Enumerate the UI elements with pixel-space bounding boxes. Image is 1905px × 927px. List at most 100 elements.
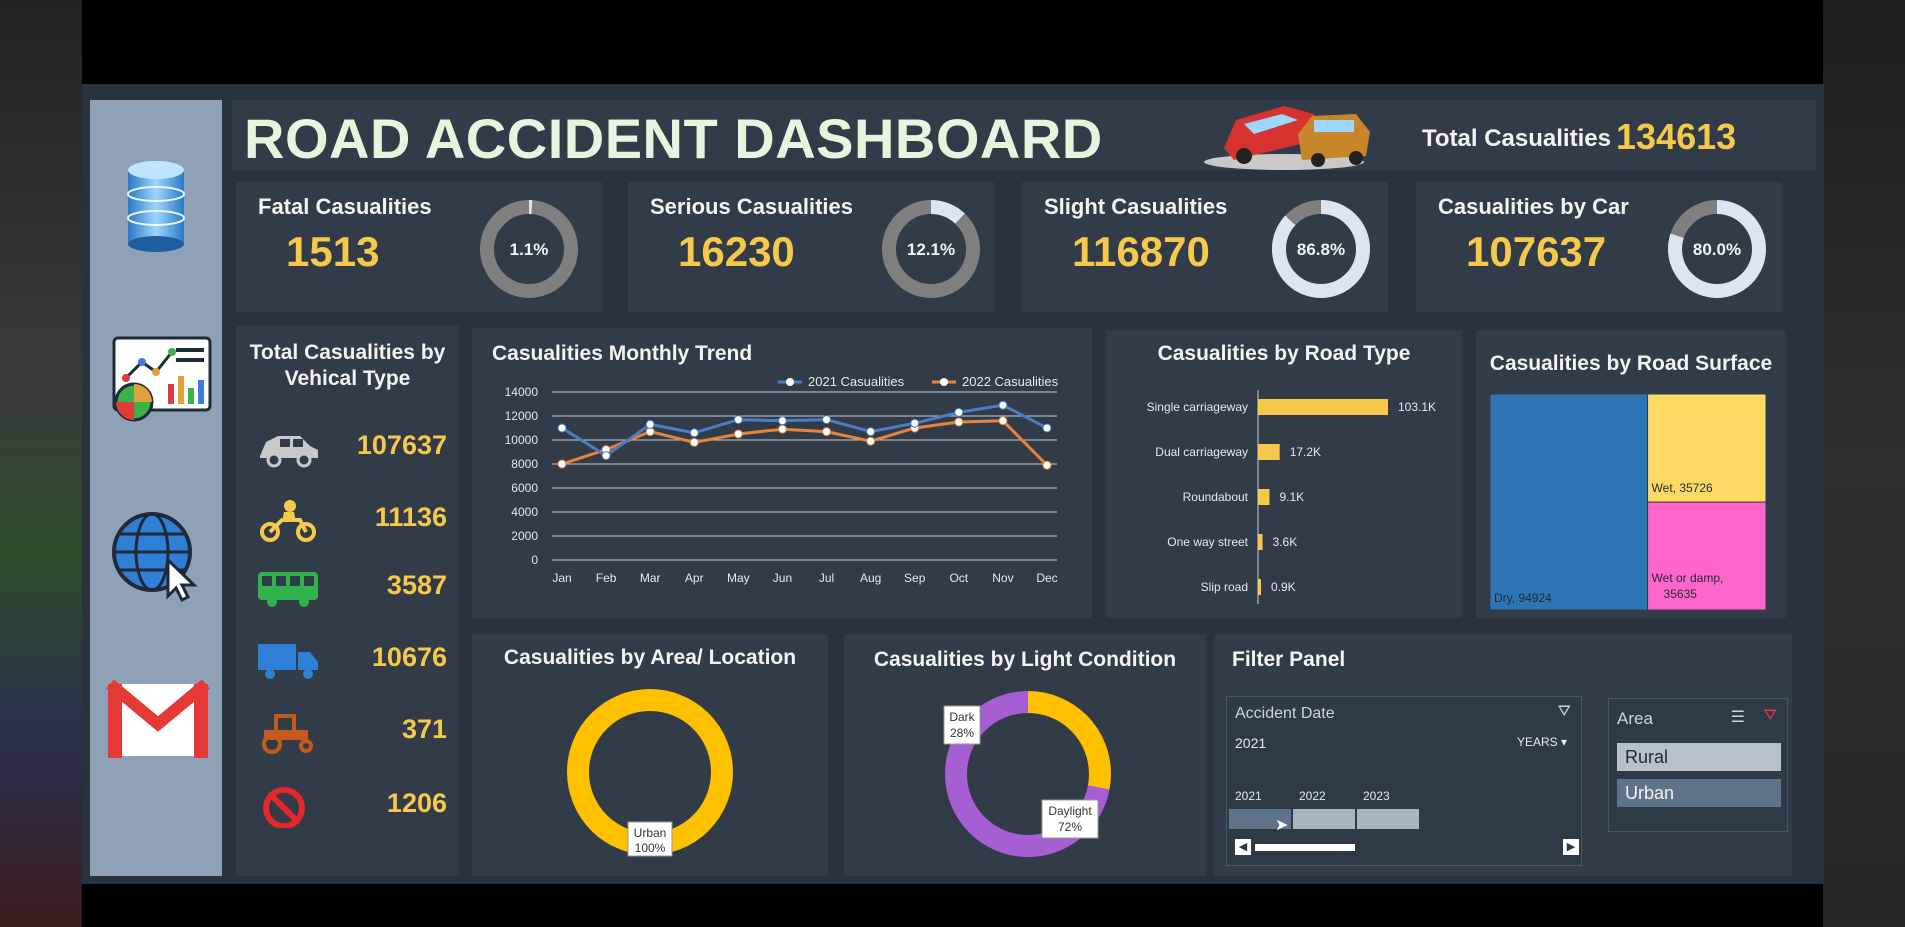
x-tick-label: Jan <box>552 571 571 585</box>
road-type-chart: Single carriageway 103.1K Dual carriageway… <box>1147 390 1436 604</box>
tractor-icon <box>262 714 313 754</box>
category-label: Single carriageway <box>1147 400 1248 414</box>
scroll-right-button[interactable]: ▶ <box>1563 839 1579 855</box>
data-label: Urban <box>634 826 667 840</box>
data-label: Dark <box>949 710 975 724</box>
x-tick-label: Jun <box>773 571 792 585</box>
timeline-scrollbar[interactable] <box>1255 844 1355 851</box>
report-chart-icon[interactable] <box>106 328 212 428</box>
data-point <box>645 419 655 429</box>
car-crash-icon <box>1194 86 1374 174</box>
area-slicer: Area ☰ ⛛ Rural Urban <box>1608 698 1788 832</box>
clear-filter-icon[interactable]: ⛛ <box>1558 703 1571 721</box>
selected-period: 2021 <box>1235 735 1267 751</box>
multi-select-icon[interactable]: ☰ <box>1731 707 1745 727</box>
kpi-label: Slight Casualities <box>1044 194 1228 219</box>
road-surface-chart: Dry, 94924 Wet, 35726 Wet or damp, 35635 <box>1489 393 1767 611</box>
vehicle-row-car: 107637 <box>236 420 459 480</box>
clear-filter-icon[interactable]: ⛛ <box>1764 707 1777 725</box>
data-label: 17.2K <box>1290 445 1321 459</box>
bar <box>1258 489 1270 505</box>
data-label: 100% <box>635 841 666 855</box>
legend-label: 2022 Casualities <box>962 374 1059 389</box>
data-point <box>866 427 876 437</box>
kpi-serious: Serious Casualities 16230 12.1% <box>628 182 994 312</box>
x-tick-label: Sep <box>904 571 926 585</box>
y-tick-label: 6000 <box>511 481 538 495</box>
background-left <box>0 0 82 927</box>
database-icon[interactable] <box>106 156 206 256</box>
chevron-down-icon: ▾ <box>1560 735 1567 749</box>
vehicle-panel-title-line1: Total Casualities by <box>249 341 446 364</box>
vehicle-panel-title: Total Casualities by Vehical Type <box>236 340 459 392</box>
data-point <box>777 416 787 426</box>
globe-cursor-icon[interactable] <box>106 504 206 604</box>
data-label: Daylight <box>1048 804 1092 818</box>
data-point <box>689 437 699 447</box>
kpi-donut: 12.1% <box>882 200 980 298</box>
dashboard: ROAD ACCIDENT DASHBOARD Total Casualitie… <box>82 84 1824 884</box>
legend-marker <box>940 378 948 386</box>
bar <box>1258 579 1261 595</box>
background-right <box>1823 0 1905 927</box>
data-point <box>601 451 611 461</box>
title-bar: ROAD ACCIDENT DASHBOARD Total Casualitie… <box>232 100 1816 170</box>
y-tick-label: 2000 <box>511 529 538 543</box>
treemap-label: Dry, 94924 <box>1494 591 1552 605</box>
data-label: 0.9K <box>1271 580 1296 594</box>
bar <box>1258 399 1388 415</box>
kpi-pct: 86.8% <box>1297 240 1345 259</box>
kpi-value: 116870 <box>1072 228 1210 275</box>
kpi-donut: 86.8% <box>1272 200 1370 298</box>
slicer-option-rural[interactable]: Rural <box>1617 743 1781 771</box>
kpi-fatal: Fatal Casualities 1513 1.1% <box>236 182 602 312</box>
vehicle-row-tractor: 371 <box>236 704 459 764</box>
scroll-left-button[interactable]: ◀ <box>1235 839 1251 855</box>
y-tick-label: 12000 <box>505 409 539 423</box>
category-label: One way street <box>1167 535 1248 549</box>
y-tick-label: 4000 <box>511 505 538 519</box>
category-label: Roundabout <box>1183 490 1249 504</box>
timeline-bar[interactable] <box>1293 809 1355 829</box>
kpi-pct: 1.1% <box>510 240 549 259</box>
vehicle-row-truck: 10676 <box>236 632 459 692</box>
period-selector-label: YEARS <box>1516 735 1558 749</box>
data-label: 103.1K <box>1398 400 1436 414</box>
filter-panel: Filter Panel Accident Date ⛛ 2021 YEARS … <box>1214 634 1792 876</box>
treemap-cell-dry <box>1489 393 1649 611</box>
slicer-option-urban[interactable]: Urban <box>1617 779 1781 807</box>
prohibited-icon <box>263 787 305 828</box>
vehicle-row-other: 1206 <box>236 778 459 838</box>
data-point <box>689 428 699 438</box>
vehicle-value: 107637 <box>356 430 447 460</box>
motorcycle-icon <box>260 500 316 542</box>
page-title: ROAD ACCIDENT DASHBOARD <box>244 107 1103 170</box>
data-point <box>910 418 920 428</box>
x-tick-label: Apr <box>685 571 704 585</box>
sidebar <box>90 100 222 876</box>
data-label: 72% <box>1058 820 1082 834</box>
x-tick-label: Mar <box>640 571 661 585</box>
vehicle-value: 10676 <box>371 642 447 672</box>
year-label: 2022 <box>1299 789 1326 803</box>
category-label: Slip road <box>1201 580 1248 594</box>
vehicle-value: 1206 <box>386 788 447 818</box>
x-tick-label: Aug <box>860 571 881 585</box>
vehicle-row-bus: 3587 <box>236 560 459 620</box>
road-surface-panel: Casualities by Road Surface Dry, 94924 We… <box>1476 330 1786 618</box>
data-point <box>998 416 1008 426</box>
period-selector[interactable]: YEARS ▾ <box>1517 735 1567 749</box>
filter-panel-title: Filter Panel <box>1232 648 1346 671</box>
y-tick-label: 14000 <box>505 385 539 399</box>
gmail-icon[interactable] <box>106 679 210 780</box>
x-tick-label: Dec <box>1036 571 1057 585</box>
road-type-panel: Casualities by Road Type Single carriage… <box>1106 330 1462 618</box>
treemap-label: Wet or damp, <box>1652 571 1724 585</box>
kpi-label: Fatal Casualities <box>258 194 432 219</box>
timeline-bar[interactable] <box>1357 809 1419 829</box>
x-tick-label: Feb <box>596 571 617 585</box>
kpi-label: Serious Casualities <box>650 194 853 219</box>
bar <box>1258 444 1280 460</box>
treemap-label: Wet, 35726 <box>1652 481 1713 495</box>
monthly-trend-panel: Casualities Monthly Trend 0 2000 4000 6000 8… <box>472 328 1092 618</box>
